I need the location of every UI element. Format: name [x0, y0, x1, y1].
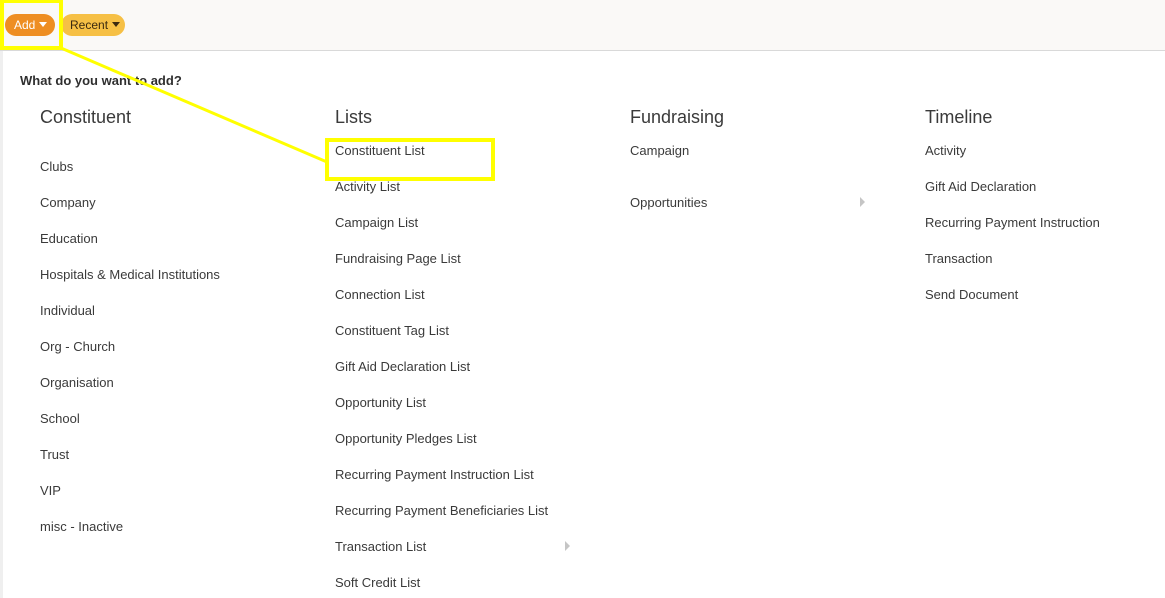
menu-item-send-document[interactable]: Send Document — [925, 287, 1018, 303]
timeline-column-title: Timeline — [925, 107, 993, 127]
caret-down-icon — [112, 22, 121, 28]
menu-item-opportunities[interactable]: Opportunities — [630, 195, 707, 211]
add-button-label: Add — [14, 18, 36, 32]
menu-item-constituent-tag-list[interactable]: Constituent Tag List — [335, 323, 449, 339]
menu-item-individual[interactable]: Individual — [40, 303, 95, 319]
menu-item-organisation[interactable]: Organisation — [40, 375, 114, 391]
constituent-column-title: Constituent — [40, 107, 132, 127]
lists-column-title: Lists — [335, 107, 373, 127]
recent-button-label: Recent — [70, 18, 109, 32]
menu-item-recurring-payment-instruction-list[interactable]: Recurring Payment Instruction List — [335, 467, 534, 483]
menu-item-opportunity-pledges-list[interactable]: Opportunity Pledges List — [335, 431, 477, 447]
add-menu-panel — [0, 51, 1165, 598]
menu-item-school[interactable]: School — [40, 411, 80, 427]
menu-item-recurring-payment-beneficiaries-list[interactable]: Recurring Payment Beneficiaries List — [335, 503, 548, 519]
menu-item-gift-aid-declaration[interactable]: Gift Aid Declaration — [925, 179, 1036, 195]
add-button[interactable]: Add — [5, 14, 55, 36]
chevron-right-icon[interactable] — [860, 197, 865, 207]
menu-item-activity[interactable]: Activity — [925, 143, 966, 159]
caret-down-icon — [39, 22, 48, 28]
fundraising-column-title: Fundraising — [630, 107, 725, 127]
menu-item-misc-inactive[interactable]: misc - Inactive — [40, 519, 123, 535]
menu-item-constituent-list[interactable]: Constituent List — [335, 143, 425, 159]
menu-item-activity-list[interactable]: Activity List — [335, 179, 400, 195]
menu-item-hospitals[interactable]: Hospitals & Medical Institutions — [40, 267, 220, 283]
menu-item-transaction-list[interactable]: Transaction List — [335, 539, 426, 555]
menu-item-company[interactable]: Company — [40, 195, 96, 211]
menu-item-clubs[interactable]: Clubs — [40, 159, 73, 175]
add-prompt-heading: What do you want to add? — [20, 73, 182, 88]
menu-item-org-church[interactable]: Org - Church — [40, 339, 115, 355]
menu-item-recurring-payment-instruction[interactable]: Recurring Payment Instruction — [925, 215, 1100, 231]
menu-item-soft-credit-list[interactable]: Soft Credit List — [335, 575, 420, 591]
menu-item-transaction[interactable]: Transaction — [925, 251, 992, 267]
menu-item-campaign[interactable]: Campaign — [630, 143, 689, 159]
menu-item-trust[interactable]: Trust — [40, 447, 69, 463]
menu-item-gift-aid-declaration-list[interactable]: Gift Aid Declaration List — [335, 359, 470, 375]
menu-item-fundraising-page-list[interactable]: Fundraising Page List — [335, 251, 461, 267]
menu-item-campaign-list[interactable]: Campaign List — [335, 215, 418, 231]
menu-item-education[interactable]: Education — [40, 231, 98, 247]
recent-button[interactable]: Recent — [61, 14, 125, 36]
top-toolbar: Add Recent — [0, 0, 1165, 51]
menu-item-vip[interactable]: VIP — [40, 483, 61, 499]
chevron-right-icon[interactable] — [565, 541, 570, 551]
menu-item-opportunity-list[interactable]: Opportunity List — [335, 395, 426, 411]
menu-item-connection-list[interactable]: Connection List — [335, 287, 425, 303]
